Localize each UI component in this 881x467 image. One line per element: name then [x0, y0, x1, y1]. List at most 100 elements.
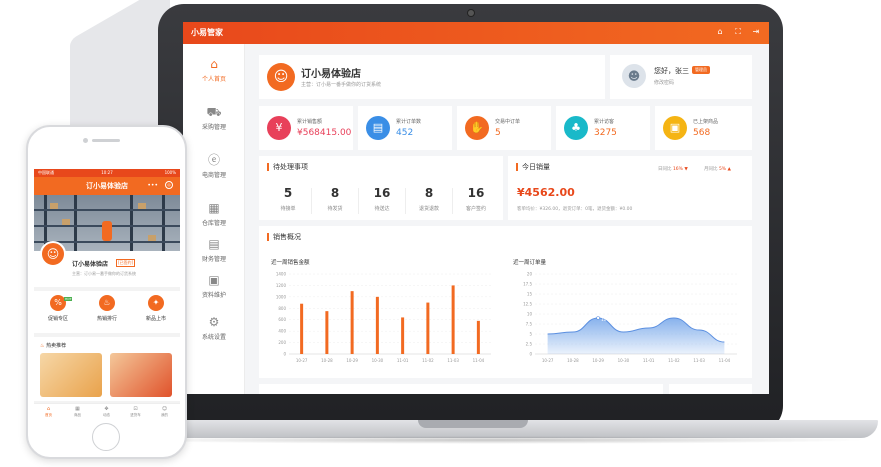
laptop-notch	[418, 420, 528, 428]
clock: 10:27	[101, 170, 113, 175]
sidebar-item-home[interactable]: ⌂ 个人首页	[183, 48, 245, 92]
sidebar-item-settings[interactable]: ⚙ 系统设置	[183, 306, 245, 350]
x-tick-label: 10-28	[321, 358, 333, 363]
y-tick-label: 10	[527, 312, 533, 317]
close-icon[interactable]: ◎	[165, 181, 173, 189]
x-tick-label: 11-02	[422, 358, 434, 363]
todo-item[interactable]: 16 客户签约	[453, 186, 499, 212]
todo-label: 退货退款	[418, 206, 439, 212]
stat-value: ¥568415.00	[297, 128, 352, 138]
tab-label: 我的	[161, 413, 168, 417]
gear-icon: ⚙	[208, 315, 220, 329]
y-tick-label: 12.5	[523, 302, 532, 307]
phone-speaker	[92, 139, 120, 142]
today-sales-card: 今日销量 日同比 16% ▼ 月同比 5% ▲ ¥4562.00 客单均价：¥3…	[508, 156, 752, 220]
stat-card-orders: ▤ 累计订单数 452	[358, 106, 452, 150]
handshake-icon: ✋	[465, 116, 489, 140]
sidebar-item-data[interactable]: ▣ 资料维护	[183, 264, 245, 308]
footprint-icon: ♣	[564, 116, 588, 140]
menu-label: 新品上市	[145, 316, 166, 322]
change-password-link[interactable]: 修改密码	[654, 79, 674, 86]
recommend-title: ♨ 热卖推荐	[40, 342, 66, 349]
menu-new[interactable]: ✦ 新品上市	[132, 295, 180, 322]
x-tick-label: 10-27	[296, 358, 308, 363]
menu-promo[interactable]: % 促销专区 HOT	[34, 295, 82, 322]
day-ratio-value: 16%	[672, 167, 683, 172]
y-tick-label: 1200	[276, 283, 287, 288]
fire-icon: ♨	[40, 343, 45, 349]
sidebar-item-label: 财务管理	[201, 256, 226, 263]
ecommerce-icon: ⓔ	[207, 153, 220, 167]
todo-item[interactable]: 5 待接单	[265, 186, 311, 212]
stat-card-visitors: ♣ 累计访客 3275	[556, 106, 650, 150]
y-tick-label: 15	[527, 292, 533, 297]
x-tick-label: 10-27	[542, 358, 554, 363]
y-tick-label: 1400	[276, 272, 287, 277]
tab-mine[interactable]: ☺ 我的	[150, 406, 179, 418]
stat-card-trading: ✋ 交易中订单 5	[457, 106, 551, 150]
tab-label: 商品	[74, 413, 81, 417]
store-subtitle: 主营：订小易一番手做你的订货系统	[72, 271, 136, 276]
document-icon: ▣	[208, 273, 220, 287]
todo-count: 8	[330, 186, 340, 200]
stat-card-products: ▣ 已上架商品 568	[655, 106, 752, 150]
tab-feed[interactable]: ✥ 动态	[92, 406, 121, 418]
phone-home-button[interactable]	[92, 423, 120, 451]
logout-icon[interactable]: ⇥	[751, 27, 761, 37]
phone-frame: 中国联通 10:27 100% 订小易体验店 ••• ◎ ☺ 订小易体验店 [已…	[26, 125, 187, 459]
product-image[interactable]	[110, 353, 172, 397]
store-subtitle: 主营：订小易一番手做你的订货系统	[301, 82, 382, 88]
tab-products[interactable]: ▦ 商品	[63, 406, 92, 418]
product-image[interactable]	[40, 353, 102, 397]
x-tick-label: 11-03	[447, 358, 459, 363]
todo-label: 客户签约	[465, 206, 486, 212]
sales-overview-title: 销售概况	[267, 233, 301, 241]
quick-menu: % 促销专区 HOT ♨ 热销排行 ✦ 新品上市	[34, 291, 180, 333]
page-title: 订小易体验店	[86, 182, 128, 190]
x-tick-label: 11-01	[397, 358, 409, 363]
bar	[350, 291, 354, 354]
store-card: ☺ 订小易体验店 主营：订小易一番手做你的订货系统	[259, 55, 605, 99]
x-tick-label: 11-04	[719, 358, 731, 363]
sidebar-item-purchase[interactable]: ⛟ 采购管理	[183, 96, 245, 140]
menu-hot-rank[interactable]: ♨ 热销排行	[83, 295, 131, 322]
sidebar-item-label: 仓库管理	[201, 220, 226, 227]
todo-label: 待送达	[374, 206, 390, 212]
tab-label: 进货车	[130, 413, 141, 417]
store-info: ☺ 订小易体验店 [已签约] 主营：订小易一番手做你的订货系统	[34, 241, 180, 287]
month-ratio: 月同比 5% ▲	[704, 166, 731, 172]
bar-chart-title: 近一周销售金额	[271, 260, 310, 266]
mockup-stage: 小易管家 ⌂ ⛶ ⇥ ⌂ 个人首页 ⛟ 采购管理 ⓔ 电商管理 ▦ 仓库管理 ▤…	[0, 0, 881, 467]
store-avatar: ☺	[40, 241, 66, 267]
tab-home[interactable]: ⌂ 首页	[34, 406, 63, 418]
battery: 100%	[164, 170, 176, 175]
store-avatar: ☺	[267, 63, 295, 91]
stat-label: 累计销售额	[297, 119, 323, 125]
expand-icon[interactable]: ⛶	[733, 27, 743, 37]
x-tick-label: 11-02	[668, 358, 680, 363]
x-tick-label: 10-29	[592, 358, 604, 363]
tab-label: 首页	[45, 413, 52, 417]
day-ratio-label: 日同比	[658, 167, 672, 172]
x-tick-label: 11-01	[643, 358, 655, 363]
todo-label: 待接单	[280, 206, 296, 212]
sidebar-item-label: 个人首页	[201, 76, 226, 83]
today-amount: ¥4562.00	[517, 186, 575, 199]
todo-item[interactable]: 8 待发货	[312, 186, 358, 212]
more-icon[interactable]: •••	[147, 182, 158, 189]
bar	[401, 317, 405, 354]
area-chart: 0 2.5 5 7.5 10 12.5 15 17.5 20 10-27 10-28 10-29 10-…	[523, 272, 737, 363]
todo-count: 16	[467, 186, 485, 200]
todo-item[interactable]: 16 待送达	[359, 186, 405, 212]
box	[148, 235, 156, 241]
month-ratio-value: 5%	[718, 167, 727, 172]
tab-cart[interactable]: ⊡ 进货车	[121, 406, 150, 418]
todo-title: 待处理事项	[267, 163, 308, 171]
home-icon[interactable]: ⌂	[715, 27, 725, 37]
finance-icon: ▤	[208, 237, 220, 251]
day-ratio: 日同比 16% ▼	[658, 166, 688, 172]
sidebar-item-ecommerce[interactable]: ⓔ 电商管理	[183, 144, 245, 188]
todo-item[interactable]: 8 退货退款	[406, 186, 452, 212]
stat-value: 568	[693, 128, 711, 138]
store-name: 订小易体验店	[301, 69, 361, 80]
